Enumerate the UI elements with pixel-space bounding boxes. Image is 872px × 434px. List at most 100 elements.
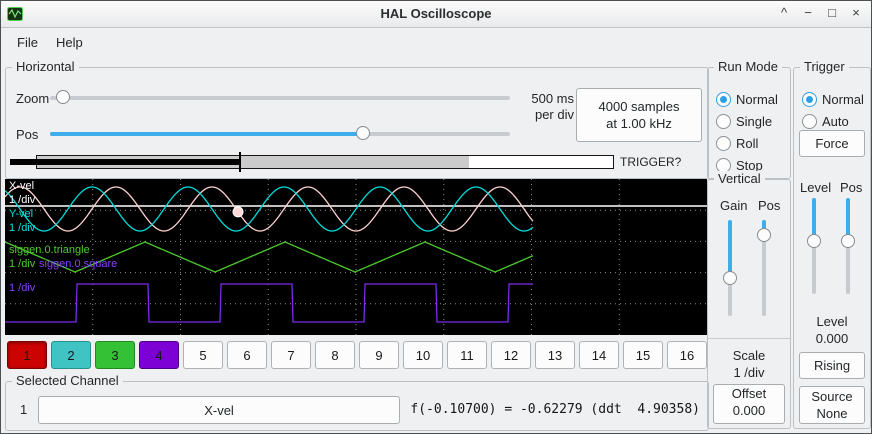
trigger-level-col-label: Level bbox=[800, 180, 831, 195]
channel-button-1[interactable]: 1 bbox=[7, 341, 47, 369]
trigger-level-handle[interactable] bbox=[807, 234, 821, 248]
force-button[interactable]: Force bbox=[799, 130, 865, 157]
scale-value: 1 /div bbox=[708, 365, 790, 380]
trigger-level-label: Level bbox=[794, 314, 870, 329]
zoom-label: Zoom bbox=[16, 91, 49, 106]
zoom-slider-handle[interactable] bbox=[56, 90, 70, 104]
vertical-group: Vertical Gain Pos Scale 1 /div Offset 0.… bbox=[707, 179, 791, 429]
timeline-trigger-tick bbox=[239, 152, 241, 172]
channel-button-5[interactable]: 5 bbox=[183, 341, 223, 369]
channel-buttons-row: 12345678910111213141516 bbox=[7, 341, 707, 369]
scope-label: siggen.0.triangle bbox=[9, 244, 90, 256]
horizontal-group: Horizontal Zoom 500 ms per div 4000 samp… bbox=[5, 67, 709, 179]
trigger-normal-label: Normal bbox=[822, 92, 864, 107]
radio-icon bbox=[716, 136, 731, 151]
maximize-icon[interactable]: □ bbox=[825, 5, 839, 20]
slider-fill bbox=[728, 220, 732, 278]
scope-label: X-vel bbox=[9, 180, 34, 192]
trigger-radio-normal[interactable]: Normal bbox=[802, 90, 864, 108]
channel-button-10[interactable]: 10 bbox=[403, 341, 443, 369]
trigger-pos-handle[interactable] bbox=[841, 234, 855, 248]
channel-button-13[interactable]: 13 bbox=[535, 341, 575, 369]
scope-label: Y-vel bbox=[9, 208, 33, 220]
radio-icon bbox=[716, 114, 731, 129]
scope-label: 1 /div bbox=[9, 194, 35, 206]
vertical-pos-slider[interactable] bbox=[756, 220, 772, 316]
scope-display[interactable]: X-vel 1 /div Y-vel 1 /div siggen.0.triangle 1… bbox=[5, 179, 707, 335]
runmode-roll-label: Roll bbox=[736, 136, 758, 151]
close-icon[interactable]: × bbox=[849, 5, 863, 20]
runmode-radio-normal[interactable]: Normal bbox=[716, 90, 778, 108]
title-bar[interactable]: HAL Oscilloscope ^ − □ × bbox=[1, 1, 871, 28]
channel-button-16[interactable]: 16 bbox=[667, 341, 707, 369]
trigger-level-slider[interactable] bbox=[806, 198, 822, 294]
channel-button-7[interactable]: 7 bbox=[271, 341, 311, 369]
pos-slider-handle[interactable] bbox=[356, 126, 370, 140]
trigger-edge-button[interactable]: Rising bbox=[799, 352, 865, 379]
channel-button-3[interactable]: 3 bbox=[95, 341, 135, 369]
scope-label: 1 /div bbox=[9, 258, 35, 270]
run-mode-group: Run Mode Normal Single Roll Stop bbox=[707, 67, 791, 179]
selected-channel-number: 1 bbox=[20, 402, 27, 417]
record-timeline[interactable] bbox=[10, 152, 614, 172]
menu-bar: File Help bbox=[2, 27, 870, 57]
selected-channel-group: Selected Channel 1 X-vel f(-0.10700) = -… bbox=[5, 381, 709, 431]
channel-button-11[interactable]: 11 bbox=[447, 341, 487, 369]
channel-button-12[interactable]: 12 bbox=[491, 341, 531, 369]
vertical-group-title: Vertical bbox=[714, 171, 765, 186]
scope-label: siggen.0.square bbox=[39, 258, 117, 270]
scope-traces bbox=[5, 179, 707, 335]
vertical-pos-label: Pos bbox=[758, 198, 780, 213]
menu-help[interactable]: Help bbox=[47, 31, 92, 54]
run-mode-group-title: Run Mode bbox=[714, 59, 782, 74]
scope-label: 1 /div bbox=[9, 222, 35, 234]
samples-button[interactable]: 4000 samples at 1.00 kHz bbox=[576, 88, 702, 142]
channel-button-4[interactable]: 4 bbox=[139, 341, 179, 369]
pos-label: Pos bbox=[16, 127, 38, 142]
trigger-level-value: 0.000 bbox=[794, 331, 870, 346]
radio-checked-icon bbox=[802, 92, 817, 107]
trigger-group-title: Trigger bbox=[800, 59, 849, 74]
selected-channel-group-title: Selected Channel bbox=[12, 373, 123, 388]
trigger-auto-label: Auto bbox=[822, 114, 849, 129]
channel-button-2[interactable]: 2 bbox=[51, 341, 91, 369]
shade-icon[interactable]: ^ bbox=[777, 5, 791, 20]
channel-button-15[interactable]: 15 bbox=[623, 341, 663, 369]
divider bbox=[708, 338, 790, 339]
timeline-view-region bbox=[10, 159, 240, 165]
trigger-pos-col-label: Pos bbox=[840, 180, 862, 195]
offset-button[interactable]: Offset 0.000 bbox=[713, 384, 785, 424]
app-window: HAL Oscilloscope ^ − □ × File Help Horiz… bbox=[0, 0, 872, 434]
pos-slider-fill bbox=[50, 132, 363, 136]
runmode-single-label: Single bbox=[736, 114, 772, 129]
runmode-radio-single[interactable]: Single bbox=[716, 112, 772, 130]
channel-button-9[interactable]: 9 bbox=[359, 341, 399, 369]
menu-file[interactable]: File bbox=[8, 31, 47, 54]
runmode-radio-roll[interactable]: Roll bbox=[716, 134, 758, 152]
sample-rate-label: 500 ms per div bbox=[500, 91, 574, 123]
trigger-radio-auto[interactable]: Auto bbox=[802, 112, 849, 130]
channel-button-14[interactable]: 14 bbox=[579, 341, 619, 369]
channel-button-8[interactable]: 8 bbox=[315, 341, 355, 369]
trigger-pos-slider[interactable] bbox=[840, 198, 856, 294]
window-title: HAL Oscilloscope bbox=[1, 6, 871, 21]
gain-slider-handle[interactable] bbox=[723, 271, 737, 285]
channel-name-button[interactable]: X-vel bbox=[38, 396, 400, 424]
gain-label: Gain bbox=[720, 198, 747, 213]
horizontal-group-title: Horizontal bbox=[12, 59, 79, 74]
radio-icon bbox=[802, 114, 817, 129]
minimize-icon[interactable]: − bbox=[801, 5, 815, 20]
channel-button-6[interactable]: 6 bbox=[227, 341, 267, 369]
scope-label: 1 /div bbox=[9, 282, 35, 294]
zoom-slider[interactable] bbox=[50, 88, 510, 106]
runmode-normal-label: Normal bbox=[736, 92, 778, 107]
trigger-status-label: TRIGGER? bbox=[620, 155, 681, 169]
vertical-pos-handle[interactable] bbox=[757, 228, 771, 242]
radio-checked-icon bbox=[716, 92, 731, 107]
gain-slider[interactable] bbox=[722, 220, 738, 316]
scale-label: Scale bbox=[708, 348, 790, 363]
trigger-source-button[interactable]: Source None bbox=[799, 386, 865, 424]
channel-value-readout: f(-0.10700) = -0.62279 (ddt 4.90358) bbox=[410, 402, 700, 417]
trigger-group: Trigger Normal Auto Force Level Pos Leve… bbox=[793, 67, 871, 429]
pos-slider[interactable] bbox=[50, 124, 510, 142]
